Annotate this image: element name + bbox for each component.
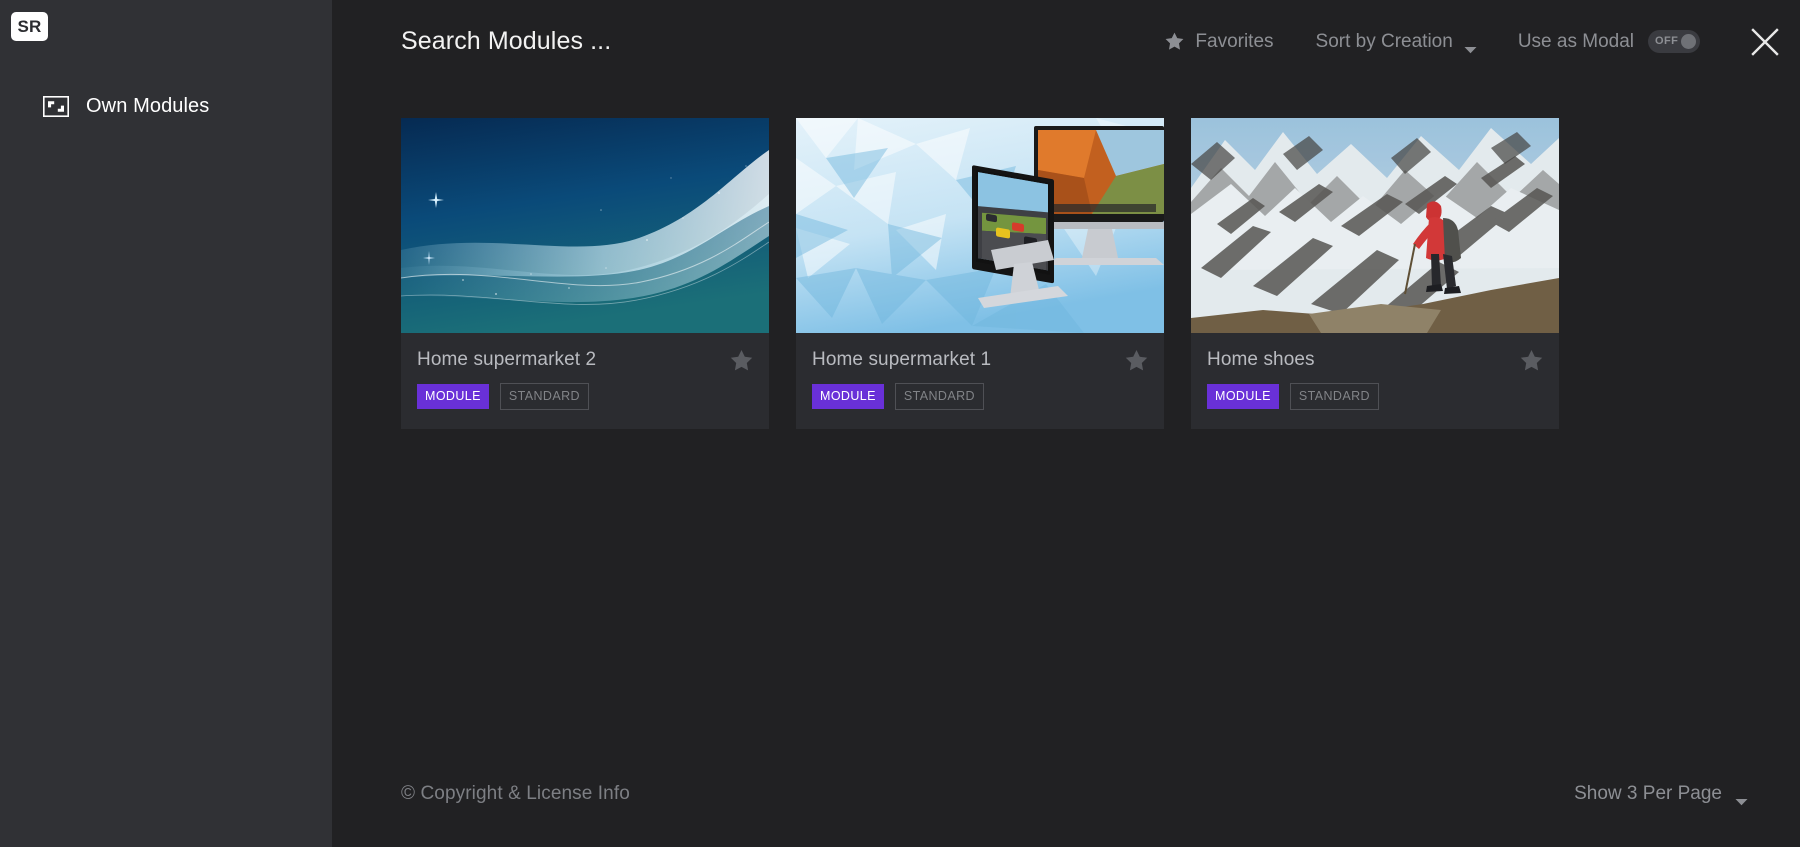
badge-standard: STANDARD	[499, 383, 589, 410]
brand-logo-text: SR	[17, 17, 42, 36]
close-icon[interactable]	[1750, 27, 1780, 57]
badge-module: MODULE	[1207, 384, 1279, 409]
module-card-body: Home shoes MODULE STANDARD	[1191, 333, 1559, 429]
sidebar-nav: Own Modules	[0, 87, 332, 126]
module-card[interactable]: Home shoes MODULE STANDARD	[1191, 118, 1559, 429]
module-card-title: Home supermarket 2	[417, 349, 597, 370]
module-card-title: Home supermarket 1	[812, 349, 992, 370]
module-card-grid: Home supermarket 2 MODULE STANDARD Home …	[401, 118, 1800, 429]
module-card-body: Home supermarket 2 MODULE STANDARD	[401, 333, 769, 429]
module-thumbnail-snow-mountain-hiker	[1191, 118, 1559, 333]
badge-module: MODULE	[417, 384, 489, 409]
module-card-badges: MODULE STANDARD	[417, 383, 753, 410]
toggle-state-label: OFF	[1655, 35, 1679, 47]
main-content: Search Modules ... Favorites Sort by Cre…	[332, 0, 1800, 847]
badge-standard: STANDARD	[894, 383, 984, 410]
sort-label: Sort by Creation	[1315, 30, 1453, 52]
module-card-badges: MODULE STANDARD	[812, 383, 1148, 410]
module-thumbnail-imac-desktop-displays	[796, 118, 1164, 333]
favorite-star-icon[interactable]	[1520, 349, 1543, 371]
favorite-star-icon[interactable]	[1125, 349, 1148, 371]
sidebar: SR Own Modules	[0, 0, 332, 847]
per-page-label: Show 3 Per Page	[1574, 782, 1722, 804]
brand-logo[interactable]: SR	[11, 12, 48, 41]
module-card[interactable]: Home supermarket 1 MODULE STANDARD	[796, 118, 1164, 429]
footer: © Copyright & License Info Show 3 Per Pa…	[332, 740, 1800, 847]
copyright-link[interactable]: © Copyright & License Info	[401, 783, 630, 805]
image-frame-icon	[43, 96, 69, 117]
favorites-label: Favorites	[1195, 30, 1274, 52]
module-card-title-row: Home supermarket 1	[812, 349, 1148, 371]
module-card[interactable]: Home supermarket 2 MODULE STANDARD	[401, 118, 769, 429]
module-card-title: Home shoes	[1207, 349, 1315, 370]
module-browser-window: SR Own Modules Search Modules ... Favori…	[0, 0, 1800, 847]
module-card-body: Home supermarket 1 MODULE STANDARD	[796, 333, 1164, 429]
toolbar-actions: Favorites Sort by Creation Use as Modal …	[1165, 25, 1780, 59]
toolbar: Search Modules ... Favorites Sort by Cre…	[332, 0, 1800, 83]
module-card-title-row: Home shoes	[1207, 349, 1543, 371]
chevron-down-icon	[1464, 38, 1477, 53]
chevron-down-icon	[1735, 790, 1748, 805]
module-card-badges: MODULE STANDARD	[1207, 383, 1543, 410]
use-as-modal-button[interactable]: Use as Modal	[1518, 25, 1634, 59]
module-thumbnail-blue-abstract-waves	[401, 118, 769, 333]
search-input[interactable]: Search Modules ...	[401, 27, 611, 56]
per-page-dropdown[interactable]: Show 3 Per Page	[1574, 783, 1780, 805]
toggle-knob	[1681, 34, 1696, 49]
badge-standard: STANDARD	[1289, 383, 1379, 410]
star-icon	[1165, 32, 1184, 51]
module-card-title-row: Home supermarket 2	[417, 349, 753, 371]
sort-dropdown[interactable]: Sort by Creation	[1316, 25, 1477, 59]
sidebar-item-label: Own Modules	[86, 95, 210, 117]
use-as-modal-toggle[interactable]: OFF	[1648, 30, 1700, 53]
sidebar-item-own-modules[interactable]: Own Modules	[0, 87, 332, 126]
badge-module: MODULE	[812, 384, 884, 409]
favorite-star-icon[interactable]	[730, 349, 753, 371]
favorites-button[interactable]: Favorites	[1165, 25, 1274, 59]
use-as-modal-label: Use as Modal	[1517, 30, 1634, 52]
